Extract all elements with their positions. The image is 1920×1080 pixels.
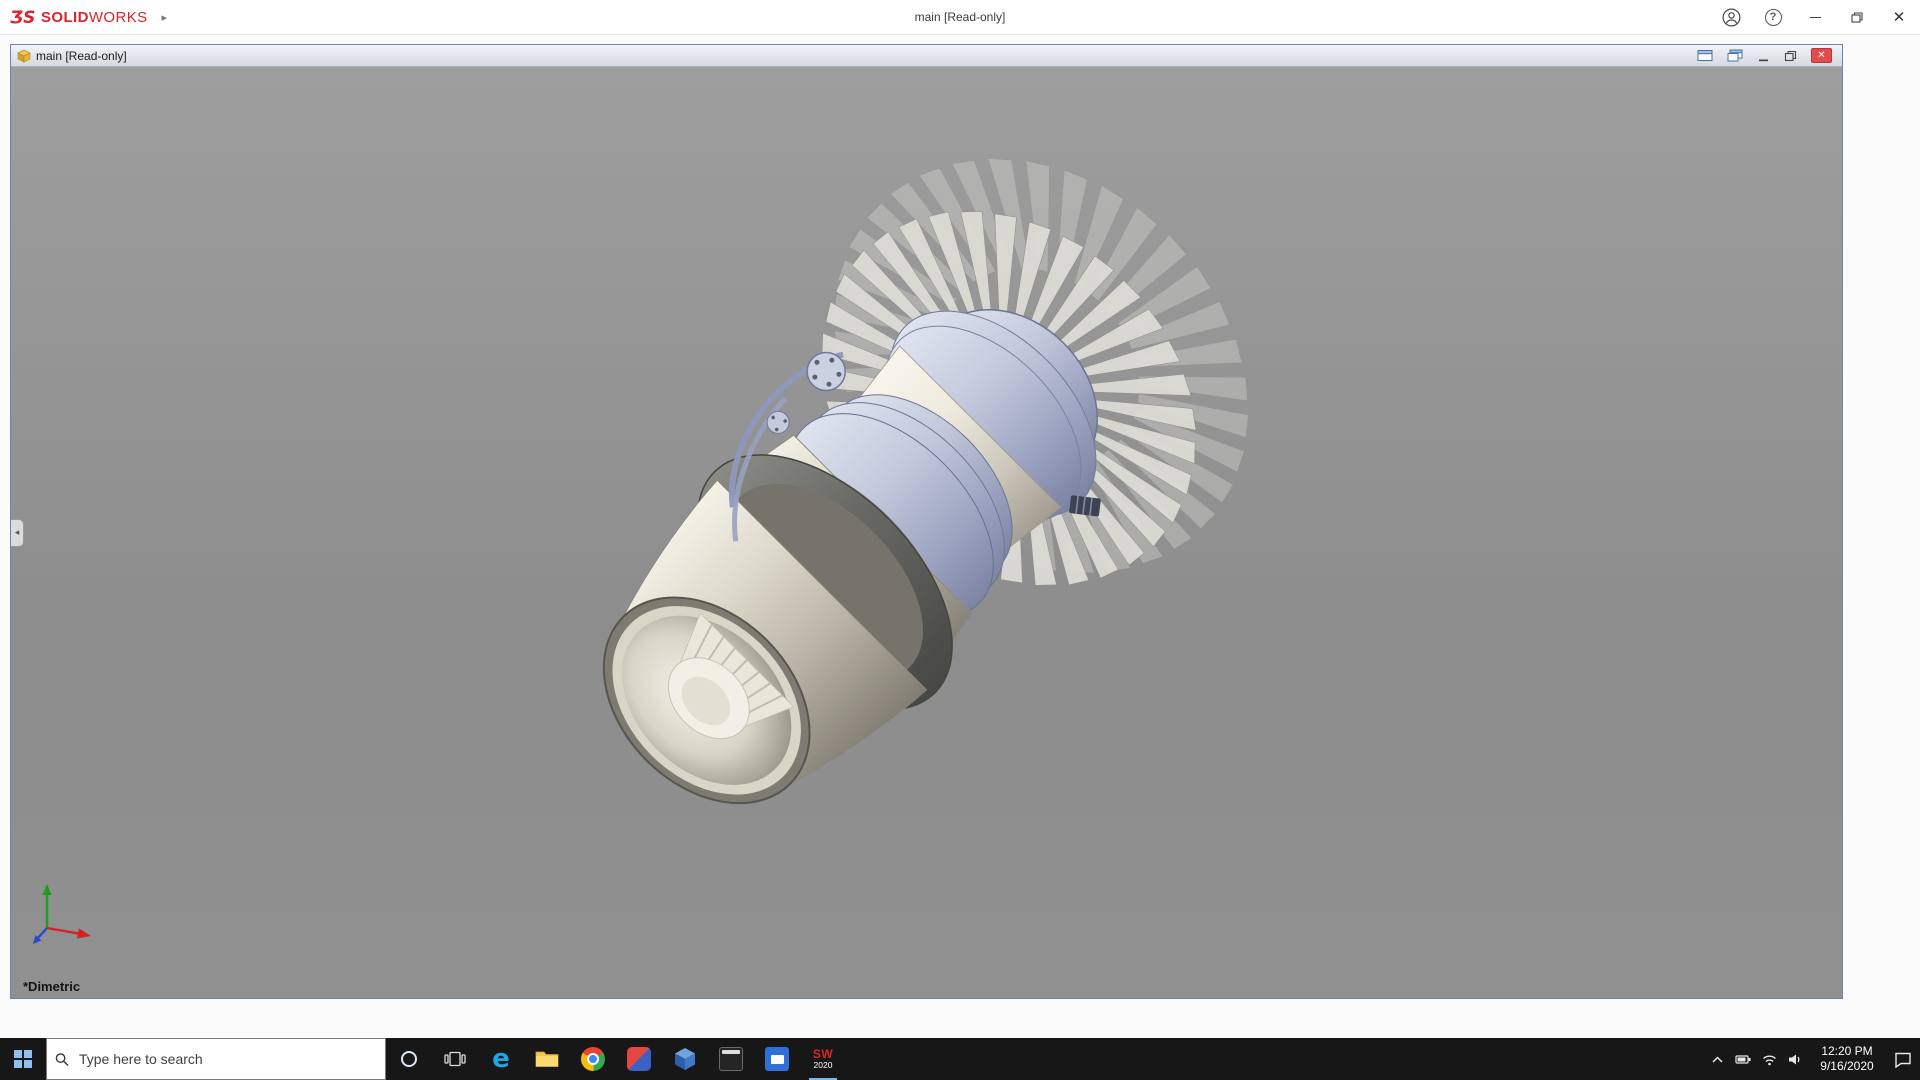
pinned-app-button-1[interactable] [616, 1038, 662, 1080]
tile-windows-icon[interactable] [1697, 49, 1713, 62]
brand-light: WORKS [89, 9, 148, 26]
task-view-icon [444, 1051, 466, 1067]
cortana-icon [401, 1051, 417, 1067]
menu-expand-arrow-icon[interactable]: ▸ [162, 11, 168, 24]
chrome-button[interactable] [570, 1038, 616, 1080]
edge-button[interactable]: e [478, 1038, 524, 1080]
collapse-arrow-icon: ◂ [15, 527, 20, 538]
solidworks-logo-mark: ƷS [10, 7, 36, 27]
account-icon[interactable] [1710, 0, 1752, 34]
help-icon[interactable]: ? [1752, 0, 1794, 34]
terminal-app-icon [719, 1047, 743, 1071]
graphics-viewport[interactable]: ◂ *Dimetric [11, 67, 1842, 998]
engine-model[interactable] [487, 130, 1287, 910]
cascade-windows-icon[interactable] [1727, 49, 1743, 62]
restore-button[interactable] [1836, 0, 1878, 34]
clock-date: 9/16/2020 [1820, 1059, 1873, 1074]
battery-icon [1735, 1052, 1752, 1067]
app-titlebar: ƷS SOLIDWORKS ▸ main [Read-only] ? ✕ [0, 0, 1920, 35]
solidworks-taskbar-button[interactable]: SW 2020 [800, 1038, 846, 1080]
mount-bracket[interactable] [1069, 495, 1101, 517]
close-button[interactable]: ✕ [1878, 0, 1920, 34]
edge-icon: e [492, 1046, 510, 1072]
titlebar-controls: ? ✕ [1710, 0, 1920, 34]
taskbar-search[interactable] [46, 1038, 386, 1080]
app-tile-icon [627, 1047, 651, 1071]
document-titlebar: main [Read-only] [11, 45, 1842, 67]
document-window: main [Read-only] [10, 44, 1843, 999]
network-status[interactable] [1756, 1038, 1782, 1080]
document-close-button[interactable]: ✕ [1811, 48, 1832, 63]
assembly-icon [17, 49, 31, 63]
volume-status[interactable] [1782, 1038, 1808, 1080]
media-app-icon [765, 1047, 789, 1071]
action-center-icon [1894, 1051, 1912, 1068]
battery-status[interactable] [1730, 1038, 1756, 1080]
start-button[interactable] [0, 1038, 46, 1080]
chrome-icon [581, 1047, 605, 1071]
solidworks-glyph: SW [813, 1048, 833, 1061]
solidworks-logo: ƷS SOLIDWORKS [0, 7, 148, 27]
file-explorer-button[interactable] [524, 1038, 570, 1080]
solidworks-version-badge: 2020 [814, 1061, 833, 1070]
view-orientation-label: *Dimetric [23, 979, 80, 994]
pinned-app-button-3[interactable] [708, 1038, 754, 1080]
system-tray: 12:20 PM 9/16/2020 [1704, 1038, 1920, 1080]
brand-bold: SOLID [41, 9, 89, 26]
orientation-triad [29, 876, 109, 956]
taskbar-search-input[interactable] [77, 1050, 377, 1068]
svg-text:ƷS: ƷS [10, 8, 35, 27]
featuremanager-collapse-tab[interactable]: ◂ [11, 519, 24, 547]
chevron-up-icon [1710, 1053, 1725, 1065]
wifi-icon [1761, 1052, 1778, 1067]
search-icon [55, 1052, 69, 1067]
speaker-icon [1787, 1052, 1803, 1067]
tray-overflow-button[interactable] [1704, 1038, 1730, 1080]
file-explorer-icon [535, 1049, 559, 1069]
cube-app-icon [674, 1047, 696, 1071]
document-restore-button[interactable] [1784, 50, 1797, 62]
document-window-controls: ✕ [1697, 48, 1836, 63]
solidworks-app-icon: SW 2020 [813, 1048, 833, 1071]
document-minimize-button[interactable] [1757, 50, 1770, 62]
window-title: main [Read-only] [915, 10, 1006, 24]
taskbar-clock[interactable]: 12:20 PM 9/16/2020 [1808, 1044, 1886, 1074]
task-view-button[interactable] [432, 1038, 478, 1080]
document-title: main [Read-only] [36, 49, 127, 63]
clock-time: 12:20 PM [1821, 1044, 1872, 1059]
pinned-app-button-4[interactable] [754, 1038, 800, 1080]
pinned-app-button-2[interactable] [662, 1038, 708, 1080]
minimize-button[interactable] [1794, 0, 1836, 34]
cortana-button[interactable] [386, 1038, 432, 1080]
windows-taskbar: e SW 2020 [0, 1038, 1920, 1080]
action-center-button[interactable] [1886, 1038, 1920, 1080]
app-workspace: main [Read-only] [0, 36, 1920, 1038]
brand-text: SOLIDWORKS [41, 9, 148, 26]
windows-logo-icon [14, 1050, 32, 1068]
